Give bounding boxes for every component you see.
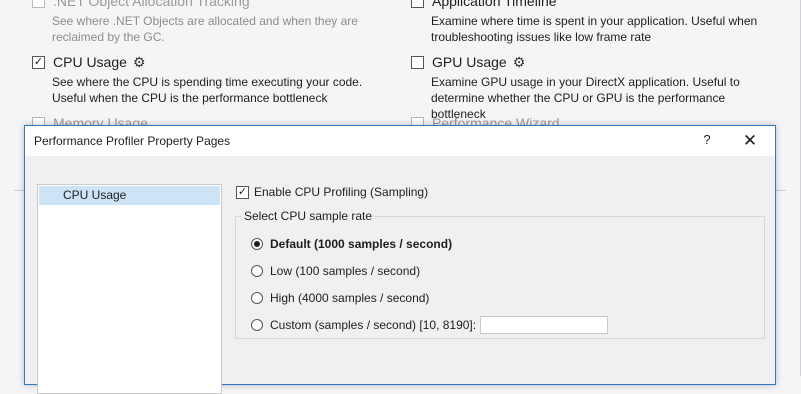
rate-low-label: Low (100 samples / second)	[270, 264, 421, 278]
enable-cpu-profiling-label: Enable CPU Profiling (Sampling)	[254, 185, 429, 199]
nav-item-cpu-usage[interactable]: CPU Usage	[39, 186, 220, 205]
application-timeline-label: Application Timeline	[432, 0, 557, 9]
divider	[14, 190, 24, 191]
property-nav-list: CPU Usage	[37, 184, 222, 394]
gpu-usage-checkbox[interactable]	[411, 55, 424, 69]
help-button[interactable]: ?	[697, 132, 717, 150]
tool-gpu-usage: GPU Usage ⚙ Examine GPU usage in your Di…	[411, 53, 771, 122]
net-allocation-label: .NET Object Allocation Tracking	[53, 0, 250, 9]
gear-icon[interactable]: ⚙	[513, 54, 526, 71]
rate-option-high[interactable]: High (4000 samples / second)	[251, 290, 429, 306]
check-icon: ✓	[33, 55, 44, 68]
enable-cpu-profiling-row[interactable]: ✓ Enable CPU Profiling (Sampling)	[236, 184, 765, 200]
cpu-usage-label: CPU Usage	[53, 54, 127, 70]
application-timeline-description: Examine where time is spent in your appl…	[431, 14, 758, 44]
net-allocation-description: See where .NET Objects are allocated and…	[52, 14, 358, 44]
rate-high-label: High (4000 samples / second)	[270, 291, 430, 305]
dialog-title: Performance Profiler Property Pages	[34, 134, 231, 148]
rate-option-custom[interactable]: Custom (samples / second) [10, 8190]:	[251, 316, 609, 334]
application-timeline-checkbox[interactable]	[411, 0, 424, 8]
close-button[interactable]: ✕	[739, 130, 761, 152]
gpu-usage-label: GPU Usage	[432, 54, 507, 70]
net-allocation-checkbox[interactable]	[32, 0, 45, 8]
tool-application-timeline: Application Timeline Examine where time …	[411, 0, 771, 45]
divider	[776, 190, 786, 191]
custom-rate-input[interactable]	[480, 316, 609, 334]
cpu-usage-description: See where the CPU is spending time execu…	[52, 75, 363, 105]
rate-custom-label: Custom (samples / second) [10, 8190]:	[270, 318, 477, 332]
property-pages-dialog: Performance Profiler Property Pages ? ✕ …	[24, 125, 776, 394]
rate-low-radio[interactable]	[251, 265, 263, 277]
rate-custom-radio[interactable]	[251, 319, 263, 331]
tool-cpu-usage: ✓ CPU Usage ⚙ See where the CPU is spend…	[32, 53, 392, 106]
gear-icon[interactable]: ⚙	[133, 54, 146, 71]
cpu-usage-checkbox[interactable]: ✓	[32, 55, 45, 69]
enable-cpu-profiling-checkbox[interactable]: ✓	[236, 185, 249, 199]
rate-option-low[interactable]: Low (100 samples / second)	[251, 263, 420, 279]
rate-high-radio[interactable]	[251, 292, 263, 304]
rate-default-label: Default (1000 samples / second)	[270, 237, 453, 251]
sample-rate-group: Select CPU sample rate Default (1000 sam…	[235, 209, 765, 339]
rate-option-default[interactable]: Default (1000 samples / second)	[251, 236, 452, 252]
rate-default-radio[interactable]	[251, 238, 263, 250]
property-content: ✓ Enable CPU Profiling (Sampling) Select…	[235, 184, 765, 339]
sample-rate-group-label: Select CPU sample rate	[242, 209, 375, 223]
dialog-titlebar[interactable]: Performance Profiler Property Pages ? ✕	[25, 126, 775, 156]
check-icon: ✓	[237, 185, 248, 198]
tool-net-object-allocation: .NET Object Allocation Tracking See wher…	[32, 0, 392, 45]
